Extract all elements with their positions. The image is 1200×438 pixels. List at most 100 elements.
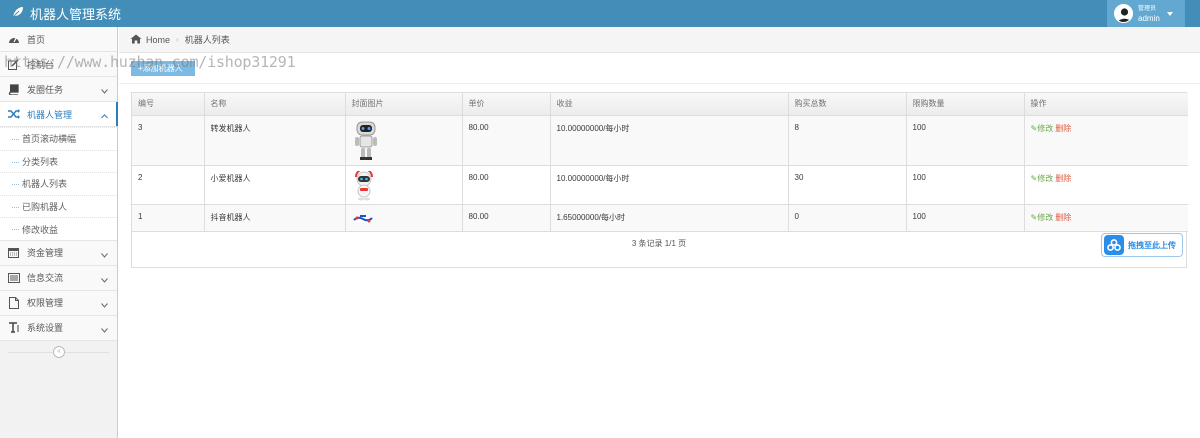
cell-cover xyxy=(345,115,463,166)
upload-label: 拖拽至此上传 xyxy=(1128,240,1176,250)
breadcrumb: Home › 机器人列表 xyxy=(119,27,1200,53)
chevron-down-icon xyxy=(101,300,108,310)
robot-table: 编号 名称 封面图片 单价 收益 购买总数 限购数量 操作 3 转发机器人 80… xyxy=(132,93,1188,232)
watermark-text: https://www.huzhan.com/ishop31291 xyxy=(4,53,296,71)
top-navbar: 机器人管理系统 管理员 admin xyxy=(0,0,1200,27)
delete-link[interactable]: 删除 xyxy=(1055,174,1071,183)
edit-link[interactable]: ✎修改 xyxy=(1031,174,1054,183)
edit-link[interactable]: ✎修改 xyxy=(1031,124,1054,133)
home-icon xyxy=(130,34,146,46)
cell-actions: ✎修改 删除 xyxy=(1024,165,1188,205)
robot-submenu: 首页滚动横幅 分类列表 机器人列表 已购机器人 修改收益 xyxy=(0,127,117,241)
sidebar-collapse: « xyxy=(0,341,117,363)
cell-name: 转发机器人 xyxy=(204,115,346,166)
cell-income: 10.00000000/每小时 xyxy=(550,165,789,205)
submenu-item-banner[interactable]: 首页滚动横幅 xyxy=(0,127,117,150)
cell-total: 30 xyxy=(788,165,907,205)
column-header: 封面图片 xyxy=(345,93,463,116)
submenu-item-categories[interactable]: 分类列表 xyxy=(0,149,117,173)
delete-link[interactable]: 删除 xyxy=(1055,124,1071,133)
list-icon xyxy=(7,271,20,284)
user-role: 管理员 xyxy=(1138,5,1157,12)
cell-price: 80.00 xyxy=(462,165,551,205)
column-header: 操作 xyxy=(1024,93,1188,116)
sidebar: 首页 控制台 发圈任务 机器人管理 首页滚动横幅 分类列表 机器人列表 已购机器… xyxy=(0,27,118,438)
sidebar-collapse-button[interactable]: « xyxy=(53,345,65,358)
pagination-info: 3 条记录 1/1 页 xyxy=(631,239,687,248)
table-row: 1 抖音机器人 80.00 1.65000000/每小时 0 100 ✎修改 删除 xyxy=(132,204,1188,232)
cell-id: 3 xyxy=(132,115,205,166)
cell-name: 抖音机器人 xyxy=(204,204,346,232)
cell-actions: ✎修改 删除 xyxy=(1024,204,1188,232)
avatar xyxy=(1114,4,1133,23)
cell-limit: 100 xyxy=(906,115,1025,166)
breadcrumb-home[interactable]: Home xyxy=(146,35,170,45)
sidebar-item-settings[interactable]: 系统设置 xyxy=(0,315,117,341)
chevron-right-icon: › xyxy=(176,35,179,44)
robot-cover-image xyxy=(354,121,377,160)
chevron-down-icon xyxy=(101,275,108,285)
robot-table-panel: 编号 名称 封面图片 单价 收益 购买总数 限购数量 操作 3 转发机器人 80… xyxy=(131,92,1188,268)
column-header: 名称 xyxy=(204,93,346,116)
column-header: 购买总数 xyxy=(788,93,907,116)
column-header: 限购数量 xyxy=(906,93,1025,116)
sidebar-item-label: 首页 xyxy=(27,34,46,45)
table-row: 3 转发机器人 80.00 10.00000000/每小时 8 100 ✎修改 … xyxy=(132,115,1188,166)
shuffle-icon xyxy=(7,108,20,121)
chevron-down-icon xyxy=(101,325,108,335)
text-icon xyxy=(7,321,20,334)
sidebar-item-robot-management[interactable]: 机器人管理 xyxy=(0,102,118,127)
cell-total: 8 xyxy=(788,115,907,166)
sidebar-item-label: 发圈任务 xyxy=(27,84,64,95)
sidebar-item-label: 权限管理 xyxy=(27,298,64,309)
cell-price: 80.00 xyxy=(462,115,551,166)
table-header-row: 编号 名称 封面图片 单价 收益 购买总数 限购数量 操作 xyxy=(132,93,1188,116)
sidebar-item-label: 资金管理 xyxy=(27,248,64,259)
submenu-item-robot-list[interactable]: 机器人列表 xyxy=(0,172,117,195)
app-brand[interactable]: 机器人管理系统 xyxy=(12,5,121,22)
cell-income: 10.00000000/每小时 xyxy=(550,115,789,166)
dashboard-icon xyxy=(7,33,20,46)
caret-down-icon xyxy=(1166,11,1173,16)
sidebar-item-permissions[interactable]: 权限管理 xyxy=(0,290,117,316)
sidebar-item-funds[interactable]: 资金管理 xyxy=(0,240,117,266)
chevron-down-icon xyxy=(101,86,108,96)
column-header: 单价 xyxy=(462,93,551,116)
drag-upload-button[interactable]: 拖拽至此上传 xyxy=(1101,233,1183,257)
edit-link[interactable]: ✎修改 xyxy=(1031,213,1054,222)
cell-id: 1 xyxy=(132,204,205,232)
app-title: 机器人管理系统 xyxy=(30,7,122,22)
cell-limit: 100 xyxy=(906,165,1025,205)
sidebar-item-moments-task[interactable]: 发圈任务 xyxy=(0,77,117,102)
cell-name: 小爱机器人 xyxy=(204,165,346,205)
column-header: 编号 xyxy=(132,93,205,116)
cell-id: 2 xyxy=(132,165,205,205)
submenu-item-edit-income[interactable]: 修改收益 xyxy=(0,217,117,240)
cell-total: 0 xyxy=(788,204,907,232)
cloud-upload-icon xyxy=(1104,235,1124,255)
cell-actions: ✎修改 删除 xyxy=(1024,115,1188,166)
chevron-down-icon xyxy=(101,250,108,260)
sidebar-item-home[interactable]: 首页 xyxy=(0,27,117,52)
user-name: admin xyxy=(1138,13,1160,23)
book-icon xyxy=(7,83,20,96)
delete-link[interactable]: 删除 xyxy=(1055,213,1071,222)
file-icon xyxy=(7,296,20,309)
cell-cover xyxy=(345,204,463,232)
robot-cover-image xyxy=(354,170,373,200)
submenu-item-purchased[interactable]: 已购机器人 xyxy=(0,194,117,218)
leaf-icon xyxy=(12,6,30,21)
cell-income: 1.65000000/每小时 xyxy=(550,204,789,232)
user-menu[interactable]: 管理员 admin xyxy=(1107,0,1185,27)
content-divider xyxy=(119,83,1200,84)
cell-limit: 100 xyxy=(906,204,1025,232)
cell-cover xyxy=(345,165,463,205)
chevron-up-icon xyxy=(101,111,108,121)
cell-price: 80.00 xyxy=(462,204,551,232)
column-header: 收益 xyxy=(550,93,789,116)
sidebar-item-label: 系统设置 xyxy=(27,323,64,334)
sidebar-item-messages[interactable]: 信息交流 xyxy=(0,265,117,291)
table-row: 2 小爱机器人 80.00 10.00000000/每小时 30 100 ✎修改… xyxy=(132,165,1188,205)
robot-cover-image xyxy=(352,214,373,223)
calendar-icon xyxy=(7,246,20,259)
